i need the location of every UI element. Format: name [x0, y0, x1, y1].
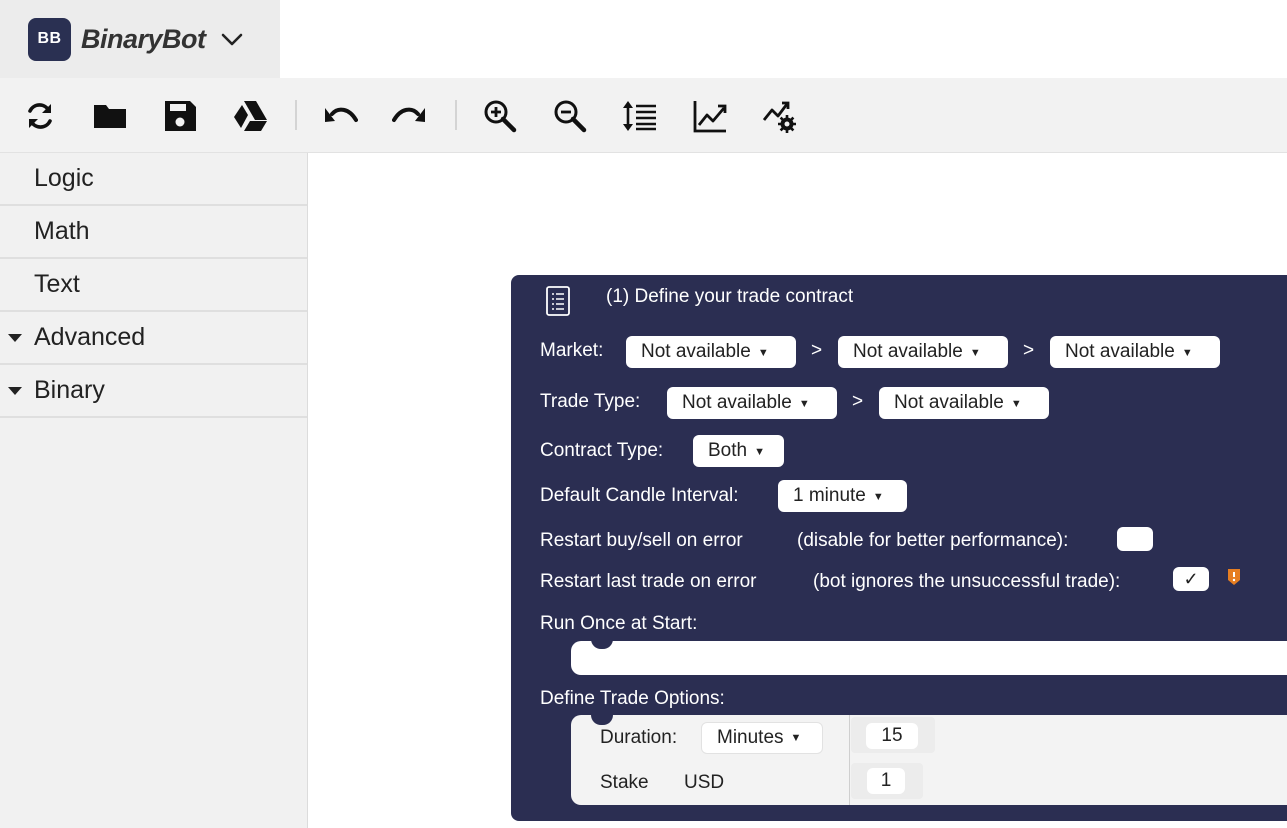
- dropdown-arrow-icon: ▼: [754, 446, 765, 458]
- restart-last-trade-checkbox[interactable]: ✓: [1173, 567, 1209, 591]
- separator-arrow: >: [852, 391, 864, 412]
- blocks-sidebar: Logic Math Text Advanced Binary: [0, 153, 308, 828]
- dropdown-arrow-icon: ▼: [798, 398, 810, 410]
- submarket-value: Not available: [853, 341, 963, 362]
- submarket-dropdown[interactable]: Not available ▼: [838, 336, 1008, 368]
- google-drive-button[interactable]: [230, 96, 270, 136]
- refresh-icon: [28, 103, 52, 129]
- zoom-in-button[interactable]: [480, 96, 520, 136]
- chevron-down-icon: [221, 33, 242, 46]
- trade-options-block[interactable]: Duration: Minutes ▼ 15 Stake USD 1: [571, 715, 1287, 805]
- divider: [849, 715, 850, 805]
- document-list-icon: [546, 286, 570, 316]
- category-label: Math: [34, 217, 90, 245]
- sort-lines-icon: [623, 101, 656, 131]
- brand-name: BinaryBot: [81, 23, 206, 54]
- category-label: Text: [34, 270, 80, 298]
- save-button[interactable]: [160, 96, 200, 136]
- open-button[interactable]: [90, 96, 130, 136]
- caret-down-icon: [8, 387, 22, 395]
- separator-arrow: >: [811, 340, 823, 361]
- contract-type-label: Contract Type:: [540, 440, 664, 461]
- redo-icon: [392, 107, 425, 122]
- dropdown-arrow-icon: ▼: [757, 347, 769, 359]
- trade-type-category-value: Not available: [682, 392, 792, 413]
- category-label: Logic: [34, 164, 94, 192]
- brand-logo: BB: [28, 17, 71, 61]
- zoom-out-button[interactable]: [550, 96, 590, 136]
- dropdown-arrow-icon: ▼: [872, 491, 884, 503]
- category-text[interactable]: Text: [0, 259, 307, 312]
- candle-interval-label: Default Candle Interval:: [540, 485, 739, 506]
- top-header: BB BinaryBot: [0, 0, 1287, 78]
- restart-last-trade-label: Restart last trade on error: [540, 571, 757, 592]
- undo-button[interactable]: [320, 96, 360, 136]
- duration-unit-dropdown[interactable]: Minutes ▼: [701, 722, 823, 754]
- dropdown-arrow-icon: ▼: [1010, 398, 1022, 410]
- toolbar-separator: [455, 100, 457, 130]
- slot-notch: [591, 715, 613, 725]
- trade-type-value: Not available: [894, 392, 1004, 413]
- binary-bot-app: BB BinaryBot Logic Math Text Advanced Bi…: [0, 0, 1287, 828]
- category-logic[interactable]: Logic: [0, 153, 307, 206]
- run-once-label: Run Once at Start:: [540, 613, 698, 634]
- duration-value-input[interactable]: 15: [866, 723, 918, 749]
- stake-label: Stake: [600, 772, 649, 793]
- dropdown-arrow-icon: ▼: [969, 347, 981, 359]
- duration-unit-value: Minutes: [717, 727, 784, 748]
- toolbar-separator: [295, 100, 297, 130]
- slot-notch: [591, 639, 613, 649]
- stake-currency: USD: [684, 772, 725, 793]
- contract-type-dropdown[interactable]: Both ▼: [693, 435, 784, 467]
- trade-type-label: Trade Type:: [540, 391, 641, 412]
- restart-last-trade-hint: (bot ignores the unsuccessful trade):: [813, 571, 1121, 592]
- stake-value-input[interactable]: 1: [867, 768, 905, 794]
- category-math[interactable]: Math: [0, 206, 307, 259]
- dropdown-arrow-icon: ▼: [790, 732, 802, 744]
- zoom-out-icon: [554, 100, 587, 133]
- zoom-in-icon: [484, 100, 517, 133]
- chart-icon: [693, 101, 727, 133]
- trade-options-label: Define Trade Options:: [540, 688, 725, 709]
- block-title: (1) Define your trade contract: [606, 286, 854, 307]
- brand-menu[interactable]: BB BinaryBot: [0, 0, 280, 78]
- warning-icon[interactable]: [1227, 568, 1241, 586]
- market-label: Market:: [540, 340, 604, 361]
- trade-type-dropdown[interactable]: Not available ▼: [879, 387, 1049, 419]
- contract-type-value: Both: [708, 440, 748, 461]
- chart-button[interactable]: [690, 96, 730, 136]
- check-mark-icon: ✓: [1183, 568, 1199, 589]
- trade-type-category-dropdown[interactable]: Not available ▼: [667, 387, 837, 419]
- category-binary[interactable]: Binary: [0, 365, 307, 418]
- google-drive-icon: [234, 101, 267, 131]
- candle-interval-dropdown[interactable]: 1 minute ▼: [778, 480, 907, 512]
- restart-buy-sell-checkbox[interactable]: [1117, 527, 1153, 551]
- restart-buy-sell-label: Restart buy/sell on error: [540, 530, 743, 551]
- run-once-statement-slot[interactable]: [571, 639, 1287, 675]
- market-value: Not available: [641, 341, 751, 362]
- undo-icon: [325, 107, 358, 122]
- trade-definition-block[interactable]: (1) Define your trade contract Market: N…: [511, 275, 1287, 821]
- redo-button[interactable]: [390, 96, 430, 136]
- symbol-dropdown[interactable]: Not available ▼: [1050, 336, 1220, 368]
- save-icon: [165, 101, 196, 131]
- toolbar: [0, 78, 1287, 153]
- symbol-value: Not available: [1065, 341, 1175, 362]
- category-label: Binary: [34, 376, 105, 404]
- reset-button[interactable]: [20, 96, 60, 136]
- duration-label: Duration:: [600, 727, 678, 748]
- folder-icon: [94, 105, 126, 128]
- chart-settings-icon: [762, 101, 796, 133]
- trading-view-button[interactable]: [760, 96, 800, 136]
- category-advanced[interactable]: Advanced: [0, 312, 307, 365]
- candle-interval-value: 1 minute: [793, 485, 866, 506]
- caret-down-icon: [8, 334, 22, 342]
- separator-arrow: >: [1023, 340, 1035, 361]
- category-label: Advanced: [34, 323, 146, 351]
- dropdown-arrow-icon: ▼: [1181, 347, 1193, 359]
- market-dropdown[interactable]: Not available ▼: [626, 336, 796, 368]
- rearrange-button[interactable]: [620, 96, 660, 136]
- restart-buy-sell-hint: (disable for better performance):: [797, 530, 1069, 551]
